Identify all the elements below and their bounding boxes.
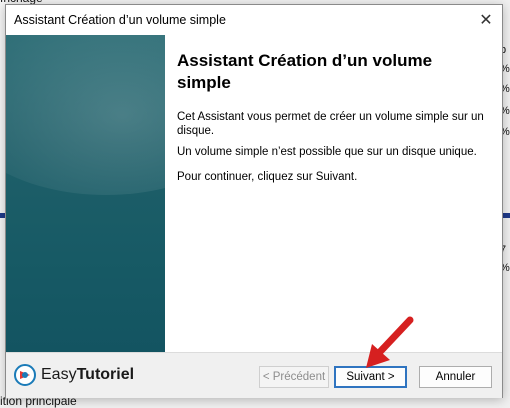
button-bar: Easy Tutoriel < Précédent Suivant > Annu… <box>6 352 502 398</box>
close-button[interactable]: ✕ <box>474 8 498 32</box>
red-arrow-icon <box>366 316 414 368</box>
previous-button[interactable]: < Précédent <box>259 366 329 388</box>
wizard-heading: Assistant Création d’un volume simple <box>177 51 433 92</box>
logo-text-tutoriel: Tutoriel <box>76 366 135 383</box>
wizard-content: Assistant Création d’un volume simple Ce… <box>165 35 502 352</box>
window-title: Assistant Création d’un volume simple <box>14 13 226 27</box>
title-bar[interactable]: Assistant Création d’un volume simple ✕ <box>6 5 502 35</box>
easytutoriel-logo-icon <box>14 364 36 386</box>
continue-paragraph: Pour continuer, cliquez sur Suivant. <box>177 171 358 183</box>
wizard-dialog: Assistant Création d’un volume simple ✕ … <box>5 4 503 398</box>
easytutoriel-logo: Easy Tutoriel <box>14 364 134 386</box>
intro-paragraph: Cet Assistant vous permet de créer un vo… <box>177 111 484 137</box>
wizard-side-banner <box>6 35 165 352</box>
info-paragraph: Un volume simple n’est possible que sur … <box>177 146 477 158</box>
close-icon: ✕ <box>479 12 493 29</box>
banner-decoration <box>6 35 165 195</box>
cancel-button[interactable]: Annuler <box>419 366 492 388</box>
logo-text-easy: Easy <box>41 366 77 383</box>
